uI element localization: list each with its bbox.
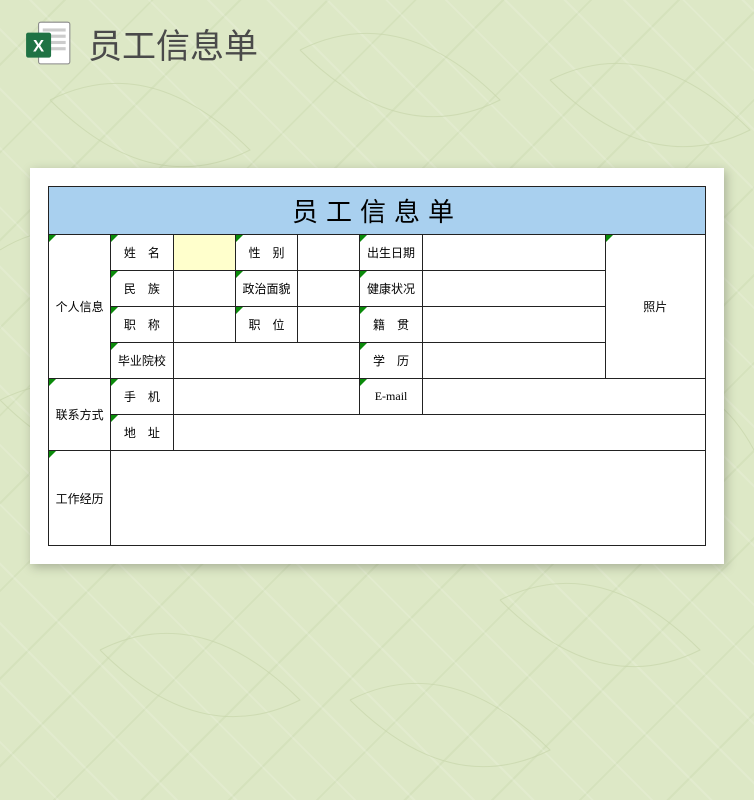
input-health[interactable] [422,271,605,307]
label-gender: 性 别 [235,235,297,271]
input-gender[interactable] [298,235,360,271]
input-school[interactable] [173,343,360,379]
svg-text:X: X [33,36,44,55]
label-ethnicity: 民 族 [111,271,173,307]
label-mobile: 手 机 [111,379,173,415]
input-name[interactable] [173,235,235,271]
label-title: 职 称 [111,307,173,343]
section-contact: 联系方式 [49,379,111,451]
input-hometown[interactable] [422,307,605,343]
input-political[interactable] [298,271,360,307]
label-hometown: 籍 贯 [360,307,422,343]
page-title: 员工信息单 [88,19,258,68]
label-school: 毕业院校 [111,343,173,379]
input-birthdate[interactable] [422,235,605,271]
label-email: E-mail [360,379,422,415]
input-mobile[interactable] [173,379,360,415]
input-position[interactable] [298,307,360,343]
label-health: 健康状况 [360,271,422,307]
page-header: X 员工信息单 [0,0,754,68]
form-sheet: 员工信息单 个人信息 姓 名 性 别 出生日期 照片 民 族 政治面貌 健康状况… [30,168,724,564]
section-work: 工作经历 [49,451,111,546]
input-work-experience[interactable] [111,451,706,546]
label-education: 学 历 [360,343,422,379]
label-name: 姓 名 [111,235,173,271]
input-ethnicity[interactable] [173,271,235,307]
label-address: 地 址 [111,415,173,451]
input-email[interactable] [422,379,705,415]
employee-info-table: 员工信息单 个人信息 姓 名 性 别 出生日期 照片 民 族 政治面貌 健康状况… [48,186,706,546]
section-personal: 个人信息 [49,235,111,379]
input-address[interactable] [173,415,705,451]
excel-file-icon: X [24,18,74,68]
label-photo[interactable]: 照片 [605,235,705,379]
label-political: 政治面貌 [235,271,297,307]
input-education[interactable] [422,343,605,379]
label-birthdate: 出生日期 [360,235,422,271]
form-title: 员工信息单 [49,187,706,235]
label-position: 职 位 [235,307,297,343]
input-title[interactable] [173,307,235,343]
